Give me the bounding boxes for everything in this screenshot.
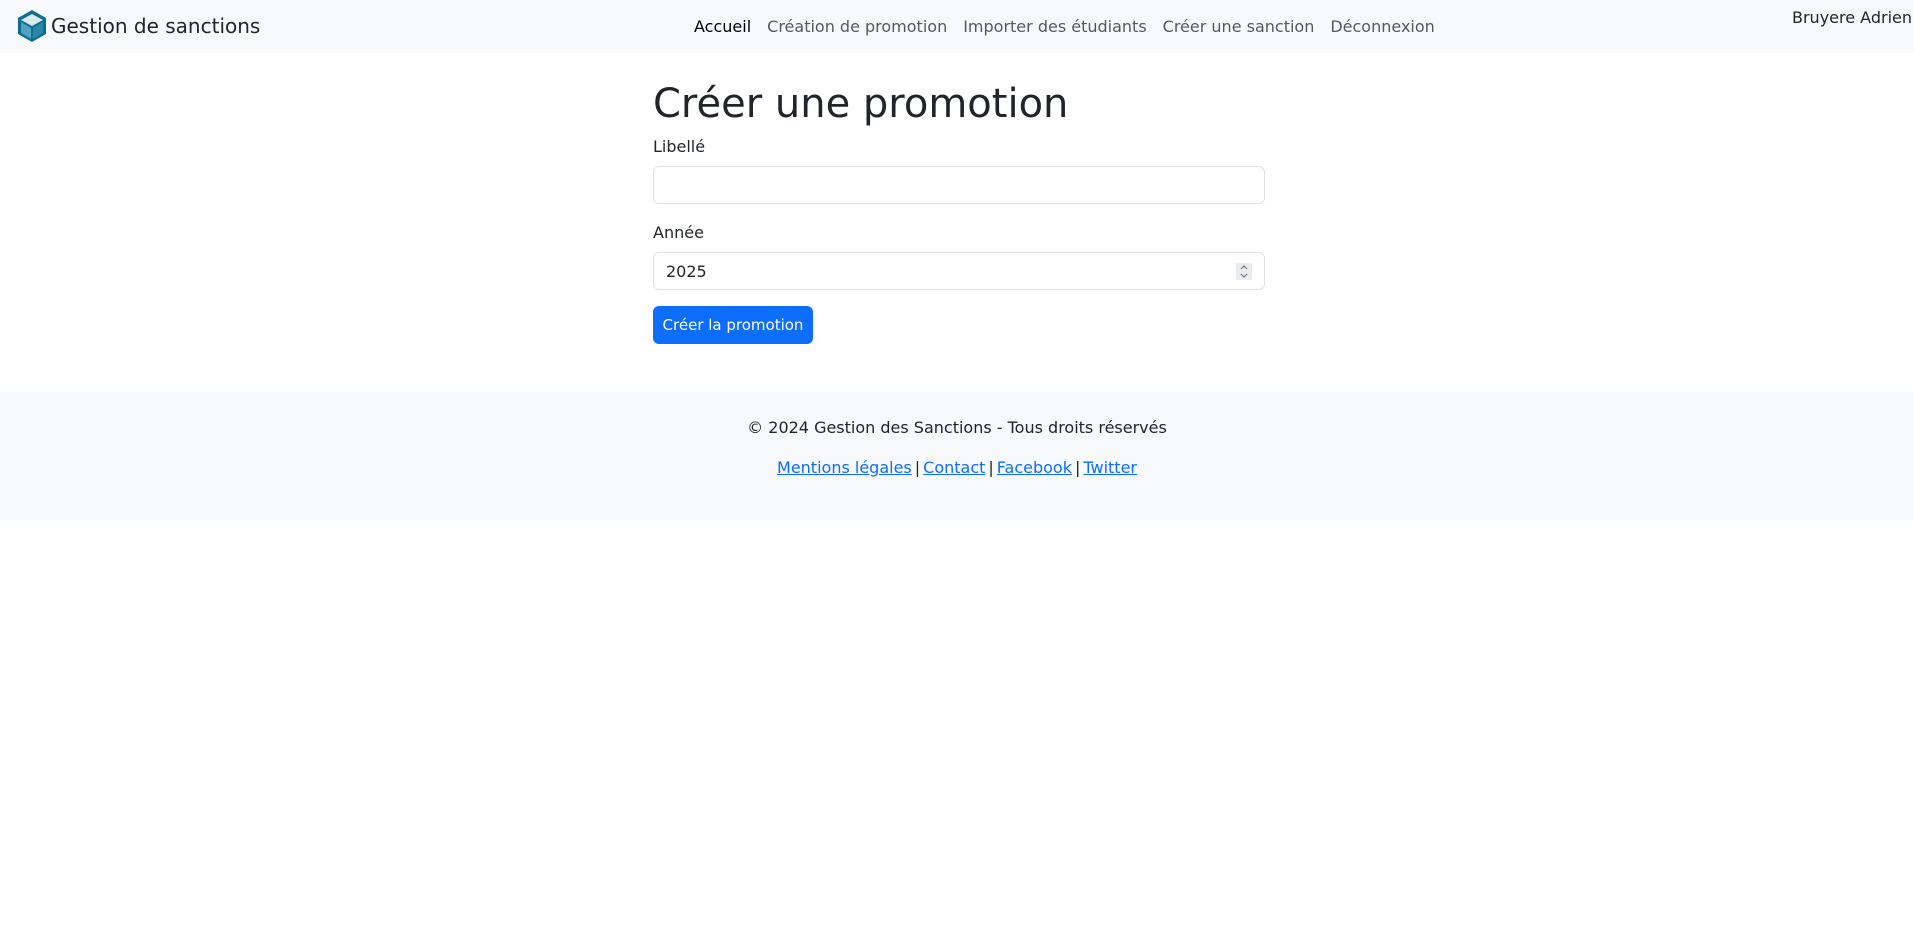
- brand-title: Gestion de sanctions: [51, 14, 261, 38]
- create-promotion-button[interactable]: Créer la promotion: [653, 306, 813, 344]
- footer-link-contact[interactable]: Contact: [923, 458, 985, 477]
- footer-separator: |: [914, 458, 921, 477]
- number-spinner[interactable]: [1236, 263, 1252, 280]
- nav-importer-etudiants[interactable]: Importer des étudiants: [963, 17, 1146, 36]
- brand-link[interactable]: Gestion de sanctions: [16, 9, 260, 43]
- top-navbar: Gestion de sanctions Accueil Création de…: [0, 0, 1914, 53]
- footer-separator: |: [988, 458, 994, 477]
- footer-separator: |: [1074, 458, 1081, 477]
- current-user-name: Bruyere Adrien: [1792, 8, 1912, 27]
- copyright-text: © 2024 Gestion des Sanctions - Tous droi…: [747, 418, 1167, 437]
- footer-link-twitter[interactable]: Twitter: [1083, 458, 1137, 477]
- chevron-down-icon[interactable]: [1240, 272, 1248, 279]
- footer-link-facebook[interactable]: Facebook: [997, 458, 1072, 477]
- libelle-label: Libellé: [653, 137, 706, 156]
- nav-accueil[interactable]: Accueil: [694, 17, 751, 36]
- nav-creer-sanction[interactable]: Créer une sanction: [1163, 17, 1315, 36]
- annee-label: Année: [653, 223, 704, 242]
- nav-creation-promotion[interactable]: Création de promotion: [767, 17, 947, 36]
- footer-link-mentions-legales[interactable]: Mentions légales: [777, 458, 912, 477]
- annee-number-input[interactable]: 2025: [653, 252, 1265, 290]
- annee-value: 2025: [666, 262, 707, 281]
- libelle-input[interactable]: [653, 166, 1265, 204]
- footer: © 2024 Gestion des Sanctions - Tous droi…: [0, 392, 1914, 520]
- cube-logo-icon: [16, 9, 48, 43]
- footer-links: Mentions légales | Contact | Facebook | Twitte…: [0, 458, 1914, 477]
- main-nav: Accueil Création de promotion Importer d…: [694, 0, 1435, 53]
- page-title: Créer une promotion: [653, 81, 1069, 127]
- nav-deconnexion[interactable]: Déconnexion: [1330, 17, 1434, 36]
- chevron-up-icon[interactable]: [1240, 264, 1248, 271]
